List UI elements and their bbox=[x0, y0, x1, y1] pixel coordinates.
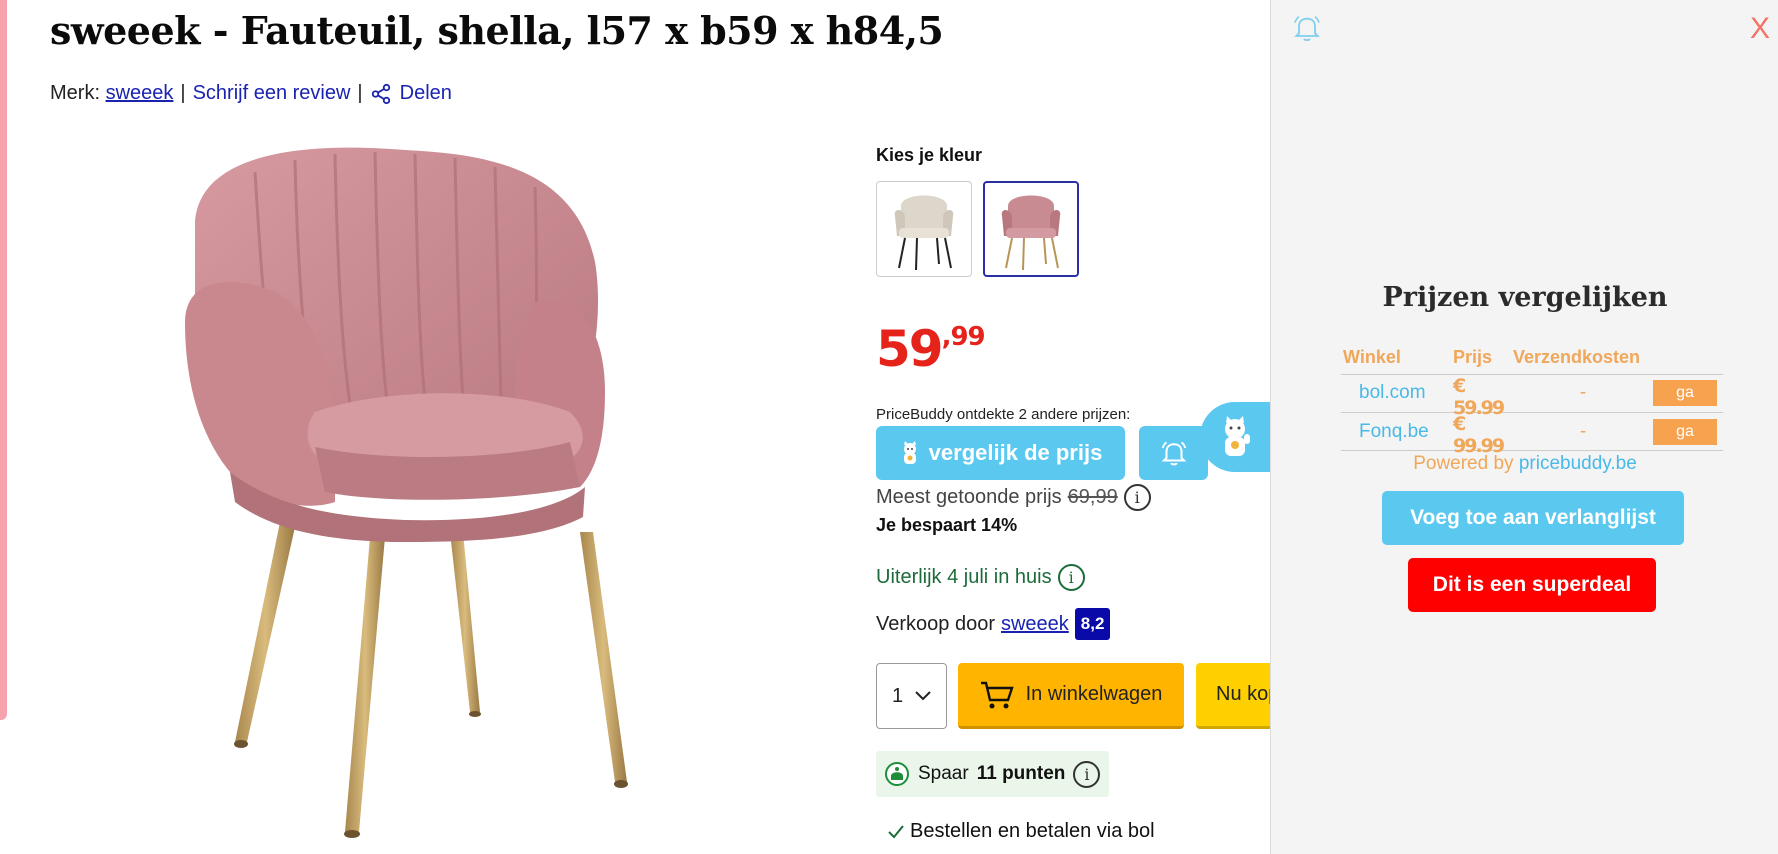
left-edge-strip bbox=[0, 0, 7, 720]
add-to-cart-button[interactable]: In winkelwagen bbox=[958, 663, 1184, 729]
price-euros: 59 bbox=[876, 320, 944, 378]
price-alert-button[interactable] bbox=[1139, 426, 1208, 480]
bell-icon[interactable] bbox=[1291, 12, 1323, 44]
column-header-shipping: Verzendkosten bbox=[1513, 342, 1653, 375]
meta-separator: | bbox=[357, 82, 363, 104]
column-header-shop: Winkel bbox=[1341, 342, 1453, 375]
go-to-shop-button[interactable]: ga bbox=[1653, 380, 1717, 407]
shop-name[interactable]: Fonq.be bbox=[1341, 412, 1453, 451]
quantity-select[interactable]: 1 bbox=[876, 663, 947, 729]
saving-text: Je bespaart 14% bbox=[876, 515, 1018, 535]
most-shown-price-value: 69,99 bbox=[1067, 486, 1118, 508]
column-header-action bbox=[1653, 342, 1723, 375]
product-title: sweeek - Fauteuil, shella, l57 x b59 x h… bbox=[50, 8, 944, 53]
share-icon[interactable] bbox=[370, 83, 392, 105]
column-header-price: Prijs bbox=[1453, 342, 1513, 375]
color-picker-label: Kies je kleur bbox=[876, 145, 983, 165]
bell-icon bbox=[1161, 441, 1186, 466]
add-to-wishlist-button[interactable]: Voeg toe aan verlanglijst bbox=[1382, 491, 1684, 545]
order-note: Bestellen en betalen via bol bbox=[888, 820, 1155, 843]
price-compare-panel: X Prijzen vergelijken Winkel Prijs Verze… bbox=[1270, 0, 1778, 854]
cart-icon bbox=[980, 681, 1014, 708]
meta-separator: | bbox=[180, 82, 186, 104]
product-price: 59,99 bbox=[876, 320, 986, 378]
brand-label: Merk: bbox=[50, 82, 100, 104]
table-row: bol.com € 59.99 - ga bbox=[1341, 374, 1723, 419]
write-review-link[interactable]: Schrijf een review bbox=[193, 82, 351, 105]
quantity-value: 1 bbox=[891, 684, 904, 707]
seller-label: Verkoop door bbox=[876, 612, 995, 635]
shop-price: € 99.99 bbox=[1453, 413, 1513, 457]
points-value: 11 punten bbox=[976, 763, 1066, 784]
shop-shipping: - bbox=[1513, 374, 1653, 413]
compare-price-button[interactable]: vergelijk de prijs bbox=[876, 426, 1125, 480]
powered-by-prefix: Powered by bbox=[1413, 453, 1514, 474]
go-to-shop-button[interactable]: ga bbox=[1653, 418, 1717, 445]
info-icon[interactable]: i bbox=[1123, 484, 1151, 511]
cream-chair-thumbnail bbox=[894, 195, 954, 271]
shop-price: € 59.99 bbox=[1453, 375, 1513, 419]
panel-title: Prijzen vergelijken bbox=[1382, 282, 1668, 313]
most-shown-price: Meest getoonde prijs 69,99 i bbox=[876, 484, 1151, 511]
pink-chair-thumbnail bbox=[1001, 195, 1061, 271]
seller-link[interactable]: sweeek bbox=[1001, 613, 1069, 636]
pricebuddy-link[interactable]: pricebuddy.be bbox=[1519, 453, 1637, 474]
seller-rating-badge[interactable]: 8,2 bbox=[1074, 608, 1111, 640]
order-note-text: Bestellen en betalen via bol bbox=[910, 820, 1155, 842]
price-compare-table: Winkel Prijs Verzendkosten bol.com € 59.… bbox=[1341, 342, 1723, 457]
piggy-bank-icon bbox=[885, 762, 909, 786]
loyalty-points: Spaar 11 punten i bbox=[876, 751, 1109, 797]
delivery-text: Uiterlijk 4 juli in huis bbox=[876, 566, 1052, 588]
color-swatch-pink[interactable] bbox=[983, 181, 1079, 277]
delivery-info: Uiterlijk 4 juli in huis i bbox=[876, 564, 1085, 591]
shop-name[interactable]: bol.com bbox=[1341, 374, 1453, 413]
most-shown-price-label: Meest getoonde prijs bbox=[876, 486, 1062, 508]
shop-shipping: - bbox=[1513, 412, 1653, 451]
share-link[interactable]: Delen bbox=[400, 82, 452, 105]
pricebuddy-mascot-tab[interactable] bbox=[1200, 402, 1270, 472]
powered-by: Powered by pricebuddy.be bbox=[1271, 453, 1778, 475]
add-to-cart-label: In winkelwagen bbox=[1025, 683, 1163, 705]
brand-link[interactable]: sweeek bbox=[106, 82, 174, 105]
product-meta: Merk: sweeek | Schrijf een review | Dele… bbox=[50, 82, 452, 105]
price-cents: ,99 bbox=[941, 322, 986, 352]
superdeal-button[interactable]: Dit is een superdeal bbox=[1408, 558, 1656, 612]
info-icon[interactable]: i bbox=[1073, 760, 1101, 788]
pricebuddy-note: PriceBuddy ontdekte 2 andere prijzen: bbox=[876, 406, 1131, 423]
table-row: Fonq.be € 99.99 - ga bbox=[1341, 412, 1723, 457]
lucky-cat-icon bbox=[1225, 416, 1250, 456]
chevron-down-icon bbox=[915, 691, 931, 701]
color-swatch-cream[interactable] bbox=[876, 181, 972, 277]
close-icon[interactable]: X bbox=[1750, 12, 1770, 46]
seller-info: Verkoop door sweeek 8,2 bbox=[876, 608, 1111, 640]
compare-price-label: vergelijk de prijs bbox=[928, 440, 1103, 465]
info-icon[interactable]: i bbox=[1057, 564, 1085, 591]
points-prefix: Spaar bbox=[918, 763, 969, 784]
product-image[interactable] bbox=[185, 142, 670, 842]
lucky-cat-icon bbox=[903, 441, 916, 464]
checkmark-icon bbox=[888, 824, 904, 838]
